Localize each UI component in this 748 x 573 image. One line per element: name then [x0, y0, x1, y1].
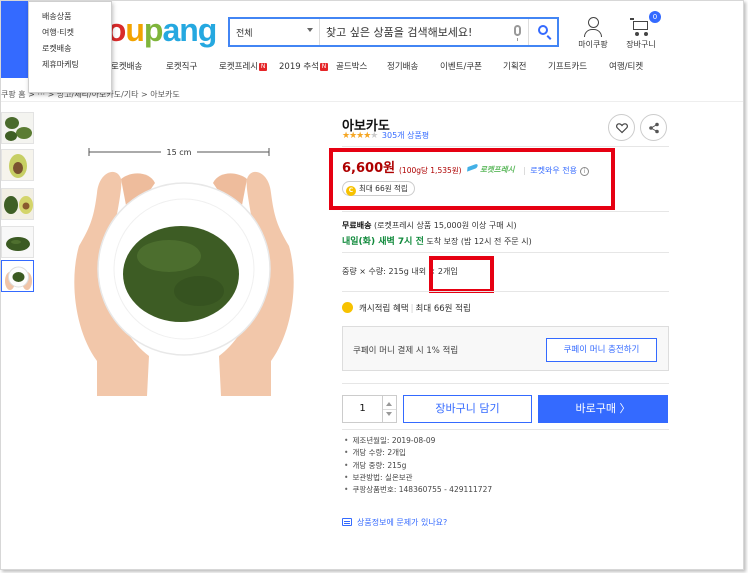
nav-item-subscription[interactable]: 정기배송 — [387, 60, 418, 72]
cart-icon: 0 — [630, 11, 661, 37]
nav-item-rocket-direct[interactable]: 로켓직구 — [166, 60, 197, 72]
dropdown-item-rocket[interactable]: 로켓배송 — [29, 41, 111, 57]
divider — [342, 252, 669, 253]
my-coupang-label: 마이쿠팡 — [578, 40, 608, 49]
dropdown-item-affiliate[interactable]: 제휴마케팅 — [29, 57, 111, 73]
nav-item-goldbox[interactable]: 골드박스 — [336, 60, 367, 72]
divider — [342, 383, 669, 384]
new-badge-icon: N — [319, 63, 328, 71]
search-icon — [538, 25, 548, 35]
buy-now-button[interactable]: 바로구매 〉 — [538, 395, 668, 423]
person-icon-body — [584, 29, 602, 37]
thumbnail-image[interactable] — [1, 112, 34, 144]
cart-label: 장바구니 — [626, 40, 656, 49]
thumbnail-image-selected[interactable] — [1, 260, 34, 292]
report-issue-link[interactable]: 상품정보에 문제가 있나요? — [342, 517, 447, 528]
search-button[interactable] — [528, 19, 557, 45]
free-shipping-condition: (로켓프레시 상품 15,000원 이상 구매 시) — [374, 221, 517, 230]
microphone-icon[interactable] — [514, 25, 521, 41]
delivery-guarantee: 도착 보장 (밤 12시 전 주문 시) — [426, 237, 532, 246]
product-rating: ★★★★★ 305개 상품평 — [342, 130, 429, 141]
share-icon — [649, 122, 659, 134]
rating-stars-icon: ★★★★★ — [342, 131, 378, 141]
divider — [342, 291, 669, 292]
product-main-image[interactable]: 15 cm — [69, 131, 299, 396]
shipping-info: 무료배송 (로켓프레시 상품 15,000원 이상 구매 시) — [342, 220, 517, 231]
product-details-list: 제조년월일: 2019-08-09 개당 수량: 2개입 개당 중량: 215g… — [344, 435, 492, 496]
nav-item-exhibition[interactable]: 기획전 — [503, 60, 526, 72]
message-icon — [342, 518, 352, 526]
thumbnail-image[interactable] — [1, 226, 34, 258]
cash-benefit-label: 캐시적립 혜택 — [359, 304, 409, 314]
thumbnail-image[interactable] — [1, 149, 34, 181]
cash-benefit: 캐시적립 혜택 | 최대 66원 적립 — [342, 302, 471, 314]
nav-item-label: 로켓프레시 — [219, 62, 259, 72]
divider — [342, 146, 669, 147]
search-bar: 전체 — [228, 17, 559, 47]
dropdown-item-delivery[interactable]: 배송상품 — [29, 9, 111, 25]
person-icon — [587, 17, 599, 28]
nav-item-label: 로켓배송 — [111, 62, 143, 72]
divider — [342, 429, 669, 430]
cash-benefit-value: 최대 66원 적립 — [415, 304, 471, 314]
report-issue-text: 상품정보에 문제가 있나요? — [357, 518, 448, 527]
new-badge-icon: N — [259, 63, 268, 71]
logo-letter: p — [143, 12, 164, 48]
browser-frame: 카 배송상품 여행·티켓 로켓배송 제휴마케팅 coupang 전체 마이쿠팡 … — [0, 0, 744, 570]
logo-letter: u — [125, 12, 145, 48]
chevron-down-icon — [307, 28, 313, 32]
delivery-time: 내일(화) 새벽 7시 전 — [342, 237, 424, 247]
heart-icon — [616, 123, 628, 134]
wishlist-button[interactable] — [608, 114, 635, 141]
quantity-highlight-box — [429, 256, 494, 293]
list-item: 개당 수량: 2개입 — [344, 447, 492, 459]
cart-button[interactable]: 0 장바구니 — [621, 11, 661, 50]
category-dropdown: 배송상품 여행·티켓 로켓배송 제휴마케팅 — [28, 1, 112, 93]
price-highlight-box — [329, 148, 615, 210]
search-category-value: 전체 — [236, 29, 253, 39]
nav-item-events[interactable]: 이벤트/쿠폰 — [440, 60, 482, 72]
list-item: 보관방법: 실온보관 — [344, 472, 492, 484]
search-category-select[interactable]: 전체 — [230, 19, 320, 45]
nav-item-travel[interactable]: 여행/티켓 — [609, 60, 643, 72]
share-button[interactable] — [640, 114, 667, 141]
coupay-charge-button[interactable]: 쿠페이 머니 충전하기 — [546, 338, 657, 362]
search-input[interactable] — [326, 22, 506, 42]
list-item: 개당 중량: 215g — [344, 460, 492, 472]
my-coupang-button[interactable]: 마이쿠팡 — [576, 15, 610, 50]
coupay-promo: 쿠페이 머니 결제 시 1% 적립 쿠페이 머니 충전하기 — [342, 326, 669, 371]
dropdown-item-travel[interactable]: 여행·티켓 — [29, 25, 111, 41]
free-shipping-label: 무료배송 — [342, 221, 372, 230]
list-item: 쿠팡상품번호: 148360755 - 429111727 — [344, 484, 492, 496]
divider — [342, 211, 669, 212]
coupay-text: 쿠페이 머니 결제 시 1% 적립 — [353, 346, 459, 356]
review-count-link[interactable]: 305개 상품평 — [382, 131, 429, 140]
quantity-input[interactable]: 1 — [342, 395, 382, 423]
list-item: 제조년월일: 2019-08-09 — [344, 435, 492, 447]
logo-letter: ang — [162, 12, 217, 48]
delivery-eta: 내일(화) 새벽 7시 전 도착 보장 (밤 12시 전 주문 시) — [342, 234, 532, 247]
nav-item-rocket-fresh[interactable]: 로켓프레시 N — [219, 60, 268, 72]
chevron-down-icon[interactable] — [386, 412, 392, 416]
nav-item-label: 2019 추석 — [279, 62, 319, 72]
image-size-caption: 15 cm — [167, 148, 192, 157]
nav-item-giftcard[interactable]: 기프트카드 — [548, 60, 587, 72]
cart-count-badge: 0 — [649, 11, 661, 23]
quantity-stepper[interactable] — [382, 395, 397, 423]
divider — [1, 101, 743, 102]
chevron-up-icon[interactable] — [386, 402, 392, 406]
thumbnail-image[interactable] — [1, 188, 34, 220]
add-to-cart-button[interactable]: 장바구니 담기 — [403, 395, 532, 423]
nav-item-chuseok[interactable]: 2019 추석 N — [279, 60, 328, 72]
coin-icon — [342, 302, 353, 313]
